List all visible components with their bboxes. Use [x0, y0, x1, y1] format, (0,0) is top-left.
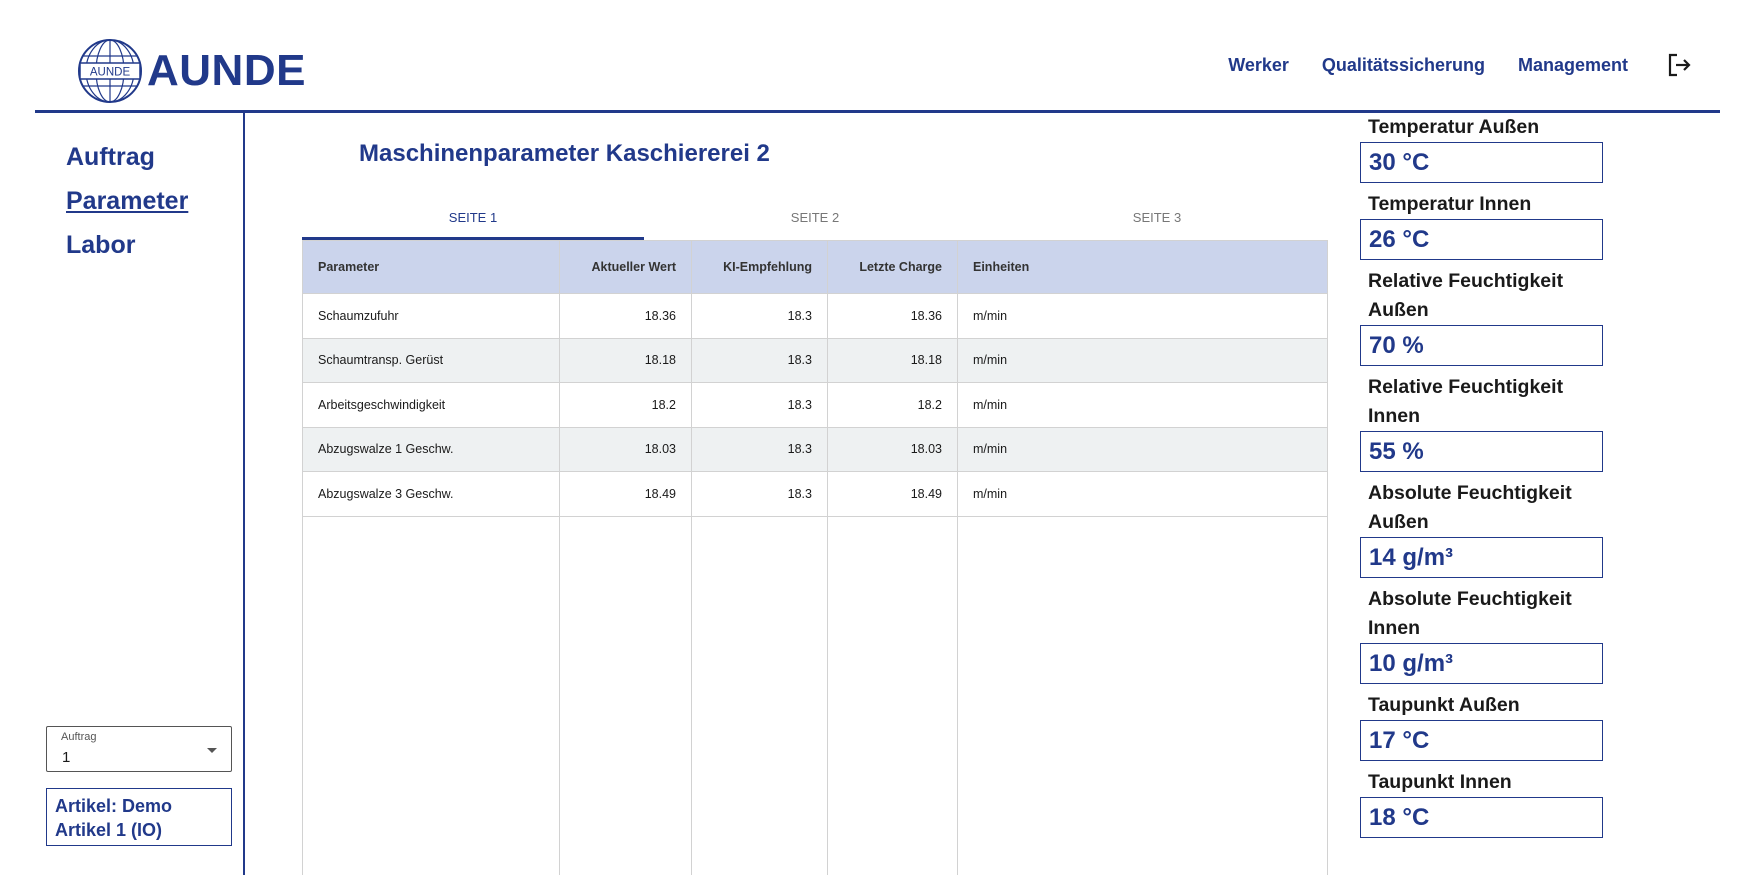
auftrag-select-value: 1	[62, 749, 71, 766]
auftrag-select-label: Auftrag	[61, 731, 97, 743]
auftrag-select[interactable]: Auftrag 1	[46, 726, 232, 772]
caret-down-icon[interactable]	[207, 748, 217, 753]
env-label-temperatur-innen: Temperatur Innen	[1368, 193, 1532, 215]
cell-aktueller-wert: 18.03	[560, 427, 692, 471]
cell-letzte-charge: 18.49	[828, 472, 958, 516]
cell-parameter: Abzugswalze 1 Geschw.	[303, 427, 560, 471]
sidebar-item-labor[interactable]: Labor	[66, 231, 135, 260]
sidebar-item-auftrag[interactable]: Auftrag	[66, 143, 155, 172]
cell-einheiten: m/min	[973, 308, 1008, 323]
column-header-einheiten[interactable]: Einheiten	[958, 241, 1327, 293]
tab-bar: SEITE 1 SEITE 2 SEITE 3	[302, 198, 1328, 240]
column-header-letzte-charge[interactable]: Letzte Charge	[828, 241, 958, 293]
cell-letzte-charge: 18.18	[828, 338, 958, 382]
column-header-aktueller-wert[interactable]: Aktueller Wert	[560, 241, 692, 293]
table-row[interactable]: Abzugswalze 3 Geschw. 18.49 18.3 18.49 m…	[303, 471, 1327, 516]
tab-seite-3[interactable]: SEITE 3	[986, 198, 1328, 240]
column-header-parameter[interactable]: Parameter	[303, 241, 560, 293]
env-label-temperatur-aussen: Temperatur Außen	[1368, 116, 1540, 138]
column-divider	[691, 517, 692, 875]
env-value-rel-feuchtigkeit-innen: 55 %	[1360, 431, 1603, 472]
env-label-taupunkt-innen: Taupunkt Innen	[1368, 771, 1512, 793]
page-title: Maschinenparameter Kaschiererei 2	[359, 140, 770, 167]
column-divider	[827, 517, 828, 875]
env-label-rel-feuchtigkeit-innen: Relative Feuchtigkeit Innen	[1368, 376, 1564, 427]
aunde-logo[interactable]: AUNDE AUNDE	[77, 38, 306, 104]
cell-letzte-charge: 18.2	[828, 383, 958, 427]
nav-werker[interactable]: Werker	[1228, 55, 1289, 76]
cell-aktueller-wert: 18.18	[560, 338, 692, 382]
cell-parameter: Schaumtransp. Gerüst	[303, 338, 560, 382]
column-header-ki-empfehlung[interactable]: KI-Empfehlung	[692, 241, 828, 293]
column-divider	[559, 517, 560, 875]
cell-aktueller-wert: 18.36	[560, 294, 692, 338]
top-nav: Werker Qualitätssicherung Management	[1195, 52, 1692, 78]
cell-einheiten: m/min	[973, 397, 1008, 412]
cell-letzte-charge: 18.03	[828, 427, 958, 471]
cell-parameter: Abzugswalze 3 Geschw.	[303, 472, 560, 516]
env-label-abs-feuchtigkeit-aussen: Absolute Feuchtigkeit Außen	[1368, 482, 1572, 533]
globe-logo-text: AUNDE	[90, 67, 131, 79]
cell-ki-empfehlung: 18.3	[692, 472, 828, 516]
sidebar: Auftrag Parameter Labor Auftrag 1 Artike…	[35, 113, 245, 875]
cell-parameter: Schaumzufuhr	[303, 294, 560, 338]
env-value-abs-feuchtigkeit-aussen: 14 g/m³	[1360, 537, 1603, 578]
env-value-temperatur-aussen: 30 °C	[1360, 142, 1603, 183]
cell-letzte-charge: 18.36	[828, 294, 958, 338]
cell-ki-empfehlung: 18.3	[692, 294, 828, 338]
cell-einheiten: m/min	[973, 442, 1008, 457]
cell-ki-empfehlung: 18.3	[692, 338, 828, 382]
column-divider	[957, 517, 958, 875]
table-row[interactable]: Arbeitsgeschwindigkeit 18.2 18.3 18.2 m/…	[303, 382, 1327, 427]
globe-logo-icon: AUNDE	[78, 39, 142, 103]
cell-aktueller-wert: 18.49	[560, 472, 692, 516]
artikel-info: Artikel: Demo Artikel 1 (IO)	[46, 788, 232, 846]
nav-management[interactable]: Management	[1518, 55, 1628, 76]
cell-ki-empfehlung: 18.3	[692, 383, 828, 427]
cell-einheiten: m/min	[973, 486, 1008, 501]
sidebar-item-parameter[interactable]: Parameter	[66, 187, 188, 216]
cell-parameter: Arbeitsgeschwindigkeit	[303, 383, 560, 427]
top-bar: AUNDE AUNDE Werker Qualitätssicherung Ma…	[35, 0, 1720, 113]
env-label-abs-feuchtigkeit-innen: Absolute Feuchtigkeit Innen	[1368, 588, 1572, 639]
env-value-taupunkt-innen: 18 °C	[1360, 797, 1603, 838]
cell-ki-empfehlung: 18.3	[692, 427, 828, 471]
nav-qualitaetssicherung[interactable]: Qualitätssicherung	[1322, 55, 1485, 76]
parameter-table: Parameter Aktueller Wert KI-Empfehlung L…	[302, 240, 1328, 875]
env-label-taupunkt-aussen: Taupunkt Außen	[1368, 694, 1520, 716]
env-value-abs-feuchtigkeit-innen: 10 g/m³	[1360, 643, 1603, 684]
env-value-taupunkt-aussen: 17 °C	[1360, 720, 1603, 761]
table-header: Parameter Aktueller Wert KI-Empfehlung L…	[303, 241, 1327, 293]
cell-aktueller-wert: 18.2	[560, 383, 692, 427]
brand-name: AUNDE	[147, 46, 306, 95]
table-row[interactable]: Schaumzufuhr 18.36 18.3 18.36 m/min	[303, 293, 1327, 338]
env-value-rel-feuchtigkeit-aussen: 70 %	[1360, 325, 1603, 366]
table-row[interactable]: Schaumtransp. Gerüst 18.18 18.3 18.18 m/…	[303, 337, 1327, 382]
env-label-rel-feuchtigkeit-aussen: Relative Feuchtigkeit Außen	[1368, 270, 1564, 321]
tab-seite-1[interactable]: SEITE 1	[302, 198, 644, 240]
environment-panel: Temperatur Außen 30 °C Temperatur Innen …	[1360, 113, 1620, 845]
logout-icon[interactable]	[1666, 52, 1692, 78]
table-empty-area	[303, 516, 1327, 875]
table-row[interactable]: Abzugswalze 1 Geschw. 18.03 18.3 18.03 m…	[303, 426, 1327, 471]
tab-seite-2[interactable]: SEITE 2	[644, 198, 986, 240]
cell-einheiten: m/min	[973, 353, 1008, 368]
env-value-temperatur-innen: 26 °C	[1360, 219, 1603, 260]
